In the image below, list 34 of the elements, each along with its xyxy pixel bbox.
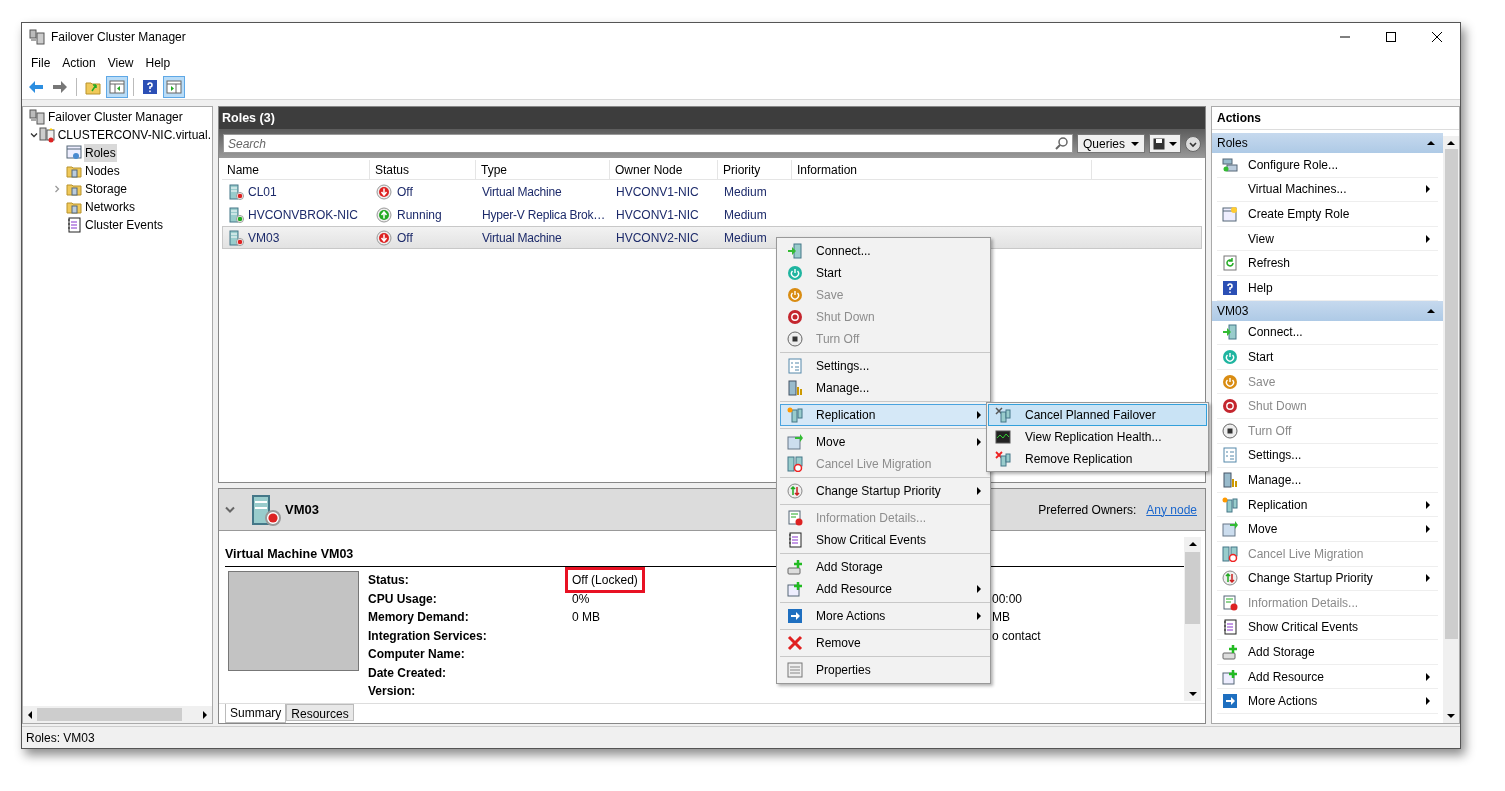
table-cell-text: Medium bbox=[723, 229, 768, 247]
status-text: Roles: VM03 bbox=[26, 729, 95, 747]
table-cell-text: HVCONV1-NIC bbox=[615, 183, 700, 201]
field-label: Computer Name: bbox=[368, 647, 465, 661]
panel-title: Roles (3) bbox=[222, 109, 275, 127]
table-cell-text: VM03 bbox=[248, 229, 280, 247]
table-cell: Virtual Machine bbox=[482, 230, 562, 245]
preferred-owners-label: Preferred Owners: bbox=[1038, 501, 1137, 519]
table-cell: Hyper-V Replica Brok… bbox=[482, 207, 606, 222]
table-cell-text: HVCONV1-NIC bbox=[615, 206, 700, 224]
table-cell-text: HVCONV2-NIC bbox=[615, 229, 700, 247]
table-cell-text: Off bbox=[397, 183, 413, 201]
table-cell-text: CL01 bbox=[248, 183, 277, 201]
window-title: Failover Cluster Manager bbox=[51, 29, 186, 46]
field-value: Off (Locked) bbox=[565, 567, 645, 593]
field-label: Integration Services: bbox=[368, 628, 487, 643]
field-label: Status: bbox=[368, 573, 409, 587]
field-label: Version: bbox=[368, 684, 416, 698]
field-value: 0% bbox=[571, 590, 591, 608]
field-value: o contact bbox=[992, 628, 1041, 643]
field-label: Memory Demand: bbox=[368, 610, 469, 624]
table-cell-text: HVCONVBROK-NIC bbox=[248, 206, 358, 224]
table-cell-text: Medium bbox=[723, 206, 768, 224]
table-cell-text: Medium bbox=[723, 183, 768, 201]
vm-name: VM03 bbox=[285, 500, 319, 519]
field-label: Date Created: bbox=[368, 665, 447, 680]
field-value: 00:00 bbox=[992, 591, 1023, 606]
table-cell: Virtual Machine bbox=[482, 184, 562, 199]
pane-title: Actions bbox=[1217, 110, 1261, 127]
field-value: MB bbox=[992, 610, 1010, 624]
table-cell-text: Running bbox=[397, 206, 442, 224]
field-label: CPU Usage: bbox=[368, 591, 437, 606]
field-value: 0 MB bbox=[571, 609, 601, 626]
table-cell-text: Off bbox=[397, 229, 413, 247]
